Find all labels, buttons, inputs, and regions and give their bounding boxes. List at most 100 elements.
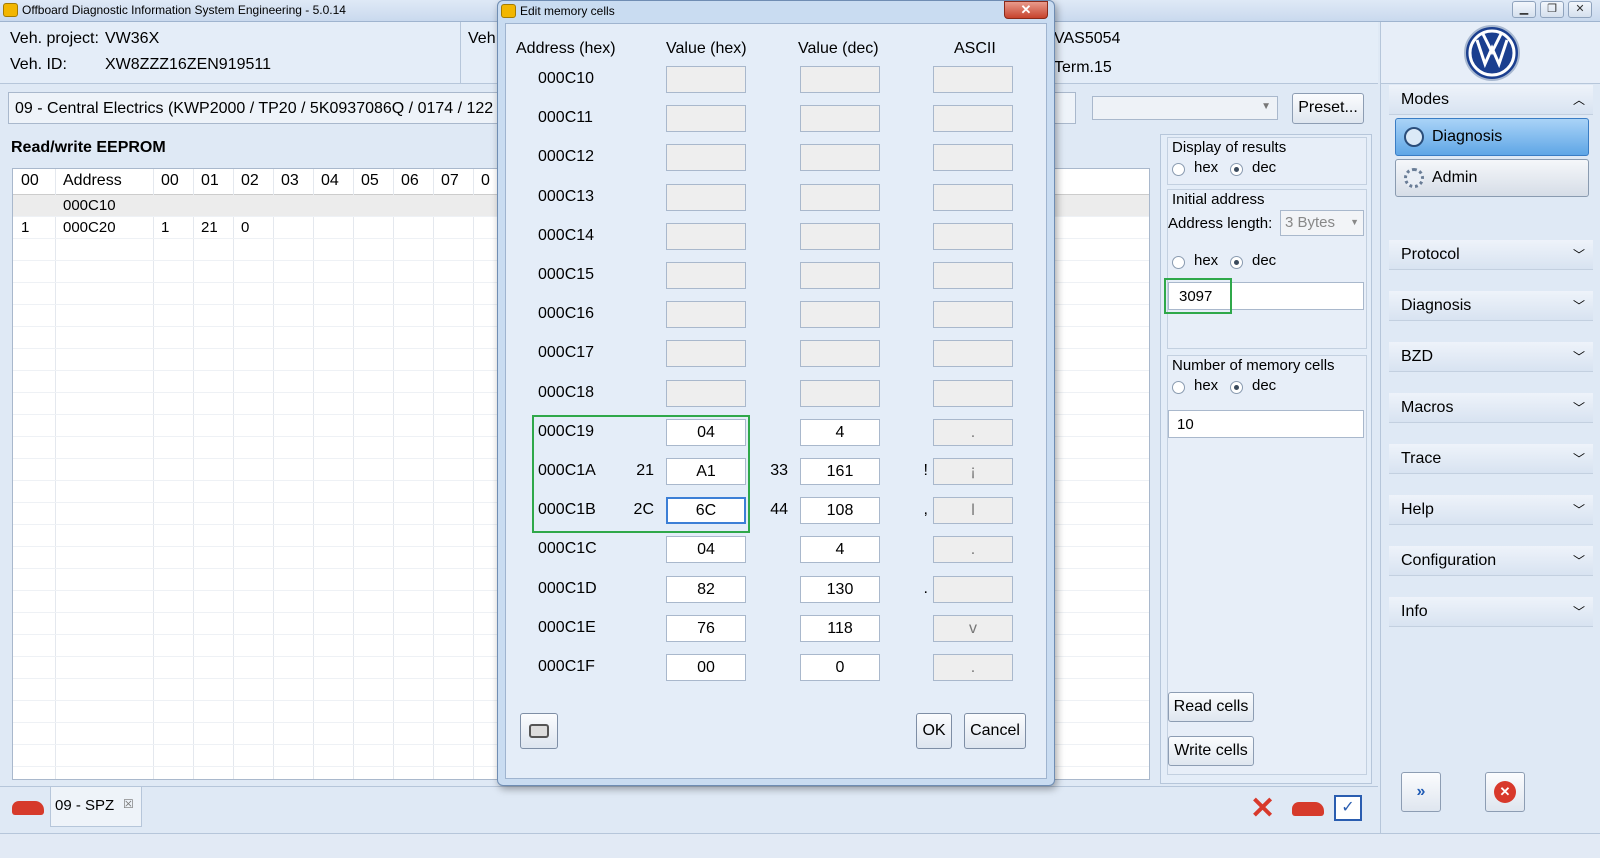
write-cells-button[interactable]: Write cells bbox=[1168, 736, 1254, 766]
dec-value-input[interactable] bbox=[800, 144, 880, 172]
initial-dec-radio[interactable] bbox=[1230, 256, 1243, 269]
dec-value-input[interactable]: 130 bbox=[800, 575, 880, 603]
minimize-button[interactable]: ▁ bbox=[1512, 1, 1536, 18]
dec-value-input[interactable] bbox=[800, 340, 880, 368]
mode-diagnosis-button[interactable]: Diagnosis bbox=[1395, 118, 1589, 156]
grid-header-cell: 00 bbox=[161, 172, 179, 189]
display-hex-radio[interactable] bbox=[1172, 163, 1185, 176]
dec-value-input[interactable]: 4 bbox=[800, 536, 880, 564]
memory-address: 000C1D bbox=[538, 579, 597, 597]
old-dec-value: 33 bbox=[770, 462, 788, 479]
ascii-value-field bbox=[933, 379, 1013, 407]
hex-value-input[interactable] bbox=[666, 340, 746, 368]
address-length-value: 3 Bytes bbox=[1285, 214, 1336, 231]
old-ascii-value: ! bbox=[923, 462, 928, 479]
tab-spz[interactable]: 09 - SPZ ☒ bbox=[50, 787, 142, 827]
address-length-select[interactable]: 3 Bytes ▼ bbox=[1280, 210, 1364, 236]
chevron-down-icon: ﹀ bbox=[1572, 605, 1585, 619]
sidebar-section-trace[interactable]: Trace ﹀ bbox=[1389, 444, 1593, 474]
dec-value-input[interactable]: 161 bbox=[800, 458, 880, 485]
mode-admin-button[interactable]: Admin bbox=[1395, 159, 1589, 197]
grid-cell: 1 bbox=[21, 219, 30, 236]
display-results-group: Display of results hex dec bbox=[1167, 137, 1367, 185]
sidebar-section-bzd[interactable]: BZD ﹀ bbox=[1389, 342, 1593, 372]
old-ascii-value: , bbox=[923, 501, 928, 519]
veh-project-value: VW36X bbox=[105, 30, 160, 47]
dec-value-input[interactable] bbox=[800, 183, 880, 211]
read-cells-button[interactable]: Read cells bbox=[1168, 692, 1254, 722]
dialog-close-button[interactable]: ✕ bbox=[1004, 1, 1048, 19]
preset-select[interactable]: ▼ bbox=[1092, 96, 1278, 120]
chevron-down-icon: ▼ bbox=[1350, 217, 1359, 227]
dec-value-input[interactable]: 108 bbox=[800, 497, 880, 525]
dec-value-input[interactable]: 4 bbox=[800, 418, 880, 446]
veh-id-label: Veh. ID: bbox=[10, 56, 67, 73]
hex-value-input[interactable]: 76 bbox=[666, 614, 746, 642]
hex-value-input[interactable] bbox=[666, 301, 746, 329]
dec-value-input[interactable] bbox=[800, 105, 880, 133]
sidebar-section-info[interactable]: Info ﹀ bbox=[1389, 597, 1593, 627]
ok-button[interactable]: OK bbox=[916, 713, 952, 749]
hex-value-input[interactable] bbox=[666, 144, 746, 172]
modes-sidebar: Modes ︿ Diagnosis Admin Protocol ﹀ Diagnos… bbox=[1380, 22, 1600, 858]
camera-button[interactable] bbox=[520, 713, 558, 749]
sidebar-section-macros[interactable]: Macros ﹀ bbox=[1389, 393, 1593, 423]
hex-value-input[interactable] bbox=[666, 105, 746, 133]
hex-value-input[interactable] bbox=[666, 379, 746, 407]
dec-value-input[interactable] bbox=[800, 66, 880, 93]
initial-hex-radio[interactable] bbox=[1172, 256, 1185, 269]
dec-value-input[interactable] bbox=[800, 262, 880, 289]
num-cells-input[interactable]: 10 bbox=[1168, 410, 1364, 438]
display-dec-radio[interactable] bbox=[1230, 163, 1243, 176]
col-ascii-header: ASCII bbox=[954, 40, 996, 57]
dec-value-input[interactable] bbox=[800, 222, 880, 250]
restore-button[interactable]: ❐ bbox=[1540, 1, 1564, 18]
hex-value-input[interactable] bbox=[666, 262, 746, 289]
interface-value: VAS5054 bbox=[1054, 30, 1121, 47]
camera-icon bbox=[529, 724, 549, 738]
memory-address: 000C1C bbox=[538, 540, 597, 558]
grid-header-cell: 0 bbox=[481, 172, 490, 189]
dec-value-input[interactable] bbox=[800, 301, 880, 329]
sidebar-section-protocol[interactable]: Protocol ﹀ bbox=[1389, 240, 1593, 270]
chevron-down-icon: ﹀ bbox=[1572, 503, 1585, 517]
edit-memory-dialog: Edit memory cells ✕ Address (hex) Value … bbox=[497, 0, 1055, 786]
dec-value-input[interactable]: 0 bbox=[800, 654, 880, 681]
dec-value-input[interactable] bbox=[800, 379, 880, 407]
status-bar bbox=[0, 833, 1600, 858]
close-window-button[interactable]: ✕ bbox=[1568, 1, 1592, 18]
tab-spz-label: 09 - SPZ bbox=[55, 797, 115, 814]
sidebar-section-diagnosis[interactable]: Diagnosis ﹀ bbox=[1389, 291, 1593, 321]
hex-value-input[interactable] bbox=[666, 183, 746, 211]
cells-hex-label: hex bbox=[1194, 377, 1219, 394]
ascii-value-field bbox=[933, 262, 1013, 289]
hex-value-input[interactable]: 82 bbox=[666, 575, 746, 603]
cancel-button[interactable]: Cancel bbox=[964, 713, 1026, 749]
gear-icon bbox=[1404, 168, 1424, 188]
sidebar-section-configuration[interactable]: Configuration ﹀ bbox=[1389, 546, 1593, 576]
ascii-value-field bbox=[933, 301, 1013, 329]
preset-button[interactable]: Preset... bbox=[1292, 93, 1364, 124]
highlight-box bbox=[1164, 278, 1232, 314]
grid-cell: 000C10 bbox=[63, 197, 116, 214]
exit-button[interactable]: ✕ bbox=[1485, 772, 1525, 812]
delete-x-icon[interactable]: ✕ bbox=[1250, 791, 1275, 826]
dec-value-input[interactable]: 118 bbox=[800, 614, 880, 642]
ascii-value-field: v bbox=[933, 614, 1013, 642]
cells-dec-radio[interactable] bbox=[1230, 381, 1243, 394]
hex-value-input[interactable] bbox=[666, 66, 746, 93]
hex-value-input[interactable]: 00 bbox=[666, 654, 746, 681]
hex-value-input[interactable] bbox=[666, 222, 746, 250]
cells-hex-radio[interactable] bbox=[1172, 381, 1185, 394]
memory-address: 000C10 bbox=[538, 70, 595, 87]
veh-label-partial: Veh bbox=[468, 30, 496, 47]
hex-value-input[interactable]: 04 bbox=[666, 536, 746, 564]
forward-button[interactable]: » bbox=[1401, 772, 1441, 812]
stethoscope-icon bbox=[1404, 127, 1424, 147]
checklist-icon[interactable]: ✓ bbox=[1334, 795, 1362, 821]
modes-header[interactable]: Modes ︿ bbox=[1389, 85, 1593, 115]
car-icon[interactable] bbox=[1292, 802, 1324, 816]
sidebar-section-help[interactable]: Help ﹀ bbox=[1389, 495, 1593, 525]
tab-close-icon[interactable]: ☒ bbox=[123, 797, 134, 811]
sidebar-section-label: BZD bbox=[1401, 348, 1433, 365]
